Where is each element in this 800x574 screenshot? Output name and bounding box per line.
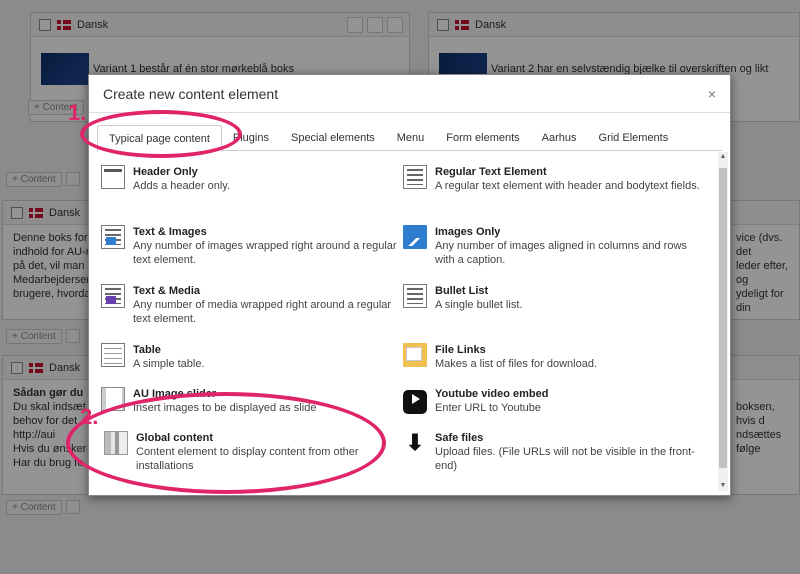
youtube-icon	[403, 390, 427, 414]
item-desc: Insert images to be displayed as slide	[133, 402, 317, 414]
item-desc: Any number of images wrapped right aroun…	[133, 240, 397, 266]
item-images-only[interactable]: Images Only Any number of images aligned …	[403, 225, 703, 267]
item-name: Images Only	[435, 226, 501, 238]
tab-plugins[interactable]: Plugins	[222, 125, 280, 151]
close-icon[interactable]: ×	[708, 86, 716, 102]
item-text-images[interactable]: Text & Images Any number of images wrappe…	[101, 225, 401, 267]
item-desc: A regular text element with header and b…	[435, 180, 700, 192]
item-name: Table	[133, 344, 161, 356]
images-icon	[403, 225, 427, 249]
item-name: Header Only	[133, 166, 198, 178]
item-youtube-video-embed[interactable]: Youtube video embed Enter URL to Youtube	[403, 387, 703, 415]
item-name: Text & Images	[133, 226, 207, 238]
bullet-list-icon	[403, 284, 427, 308]
tab-bar: Typical page content Plugins Special ele…	[97, 125, 722, 152]
item-text-media[interactable]: Text & Media Any number of media wrapped …	[101, 284, 401, 326]
global-content-icon	[104, 431, 128, 455]
scroll-down-icon[interactable]: ▼	[719, 481, 727, 491]
item-name: Global content	[136, 432, 213, 444]
item-name: Youtube video embed	[435, 388, 549, 400]
tab-aarhus[interactable]: Aarhus	[531, 125, 588, 151]
item-name: Safe files	[435, 432, 484, 444]
item-desc: A simple table.	[133, 358, 205, 370]
item-desc: Upload files. (File URLs will not be vis…	[435, 446, 695, 472]
create-content-element-modal: Create new content element × Typical pag…	[88, 74, 731, 496]
item-desc: Enter URL to Youtube	[435, 402, 542, 414]
annotation-step-2: 2.	[80, 404, 99, 429]
item-regular-text-element[interactable]: Regular Text Element A regular text eleme…	[403, 165, 703, 193]
item-header-only[interactable]: Header Only Adds a header only.	[101, 165, 401, 193]
table-icon	[101, 343, 125, 367]
item-name: AU Image slider	[133, 388, 217, 400]
item-name: Regular Text Element	[435, 166, 547, 178]
item-desc: A single bullet list.	[435, 299, 523, 311]
modal-title: Create new content element	[103, 85, 279, 102]
item-table[interactable]: Table A simple table.	[101, 343, 401, 371]
text-images-icon	[101, 225, 125, 249]
scrollbar-thumb[interactable]	[719, 168, 727, 468]
item-name: Text & Media	[133, 285, 201, 297]
file-links-icon	[403, 343, 427, 367]
item-bullet-list[interactable]: Bullet List A single bullet list.	[403, 284, 703, 312]
item-file-links[interactable]: File Links Makes a list of files for down…	[403, 343, 703, 371]
modal-scrollbar[interactable]: ▲ ▼	[718, 152, 728, 491]
header-icon	[101, 165, 125, 189]
modal-header: Create new content element ×	[89, 75, 730, 113]
item-desc: Adds a header only.	[133, 180, 231, 192]
item-au-image-slider[interactable]: AU Image slider Insert images to be displ…	[101, 387, 401, 415]
item-desc: Any number of media wrapped right around…	[133, 299, 392, 325]
tab-grid-elements[interactable]: Grid Elements	[588, 125, 680, 151]
tab-form-elements[interactable]: Form elements	[435, 125, 530, 151]
content-element-list: Header Only Adds a header only. Regular T…	[97, 159, 716, 487]
text-icon	[403, 165, 427, 189]
scroll-up-icon[interactable]: ▲	[719, 152, 727, 162]
text-media-icon	[101, 284, 125, 308]
item-name: Bullet List	[435, 285, 489, 297]
tab-menu[interactable]: Menu	[386, 125, 436, 151]
tab-typical-page-content[interactable]: Typical page content	[97, 125, 222, 152]
slider-icon	[101, 387, 125, 411]
item-desc: Makes a list of files for download.	[435, 358, 598, 370]
annotation-step-1: 1.	[68, 100, 87, 125]
item-desc: Content element to display content from …	[136, 446, 359, 472]
tab-special-elements[interactable]: Special elements	[280, 125, 386, 151]
item-safe-files[interactable]: ⬇ Safe files Upload files. (File URLs wil…	[403, 431, 703, 473]
download-icon: ⬇	[405, 430, 425, 455]
item-global-content[interactable]: Global content Content element to display…	[101, 431, 401, 473]
item-name: File Links	[435, 344, 486, 356]
item-desc: Any number of images aligned in columns …	[435, 240, 687, 266]
